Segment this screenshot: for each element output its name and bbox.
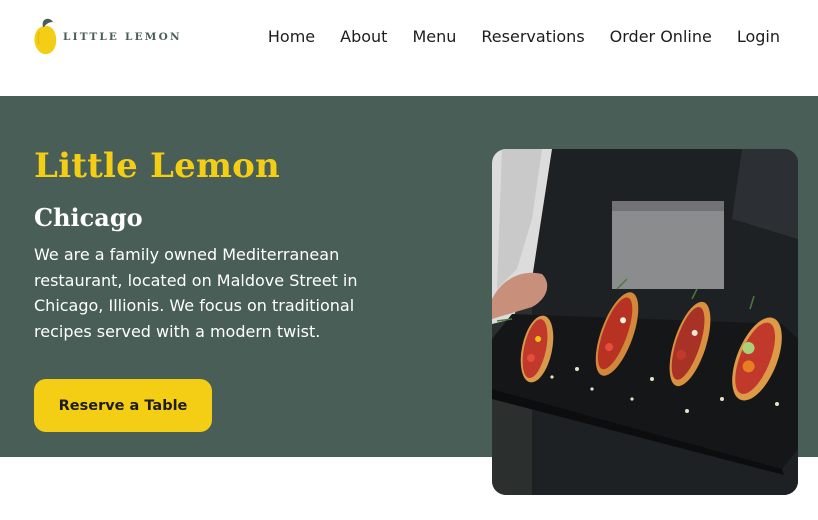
logo-text: LITTLE LEMON	[63, 31, 182, 43]
nav-about[interactable]: About	[340, 26, 387, 48]
logo[interactable]: LITTLE LEMON	[33, 18, 182, 56]
nav-order-online[interactable]: Order Online	[610, 26, 712, 48]
nav-login[interactable]: Login	[737, 26, 780, 48]
nav-reservations[interactable]: Reservations	[481, 26, 584, 48]
hero-image	[492, 149, 798, 495]
nav-menu[interactable]: Menu	[412, 26, 456, 48]
reserve-table-button[interactable]: Reserve a Table	[34, 379, 212, 432]
hero-title: Little Lemon	[34, 146, 280, 186]
hero-subtitle: Chicago	[34, 203, 143, 232]
lemon-icon	[34, 18, 57, 55]
site-header: LITTLE LEMON Home About Menu Reservation…	[0, 0, 818, 96]
main-nav: Home About Menu Reservations Order Onlin…	[243, 26, 780, 48]
hero-description: We are a family owned Mediterranean rest…	[34, 245, 358, 341]
nav-home[interactable]: Home	[268, 26, 315, 48]
